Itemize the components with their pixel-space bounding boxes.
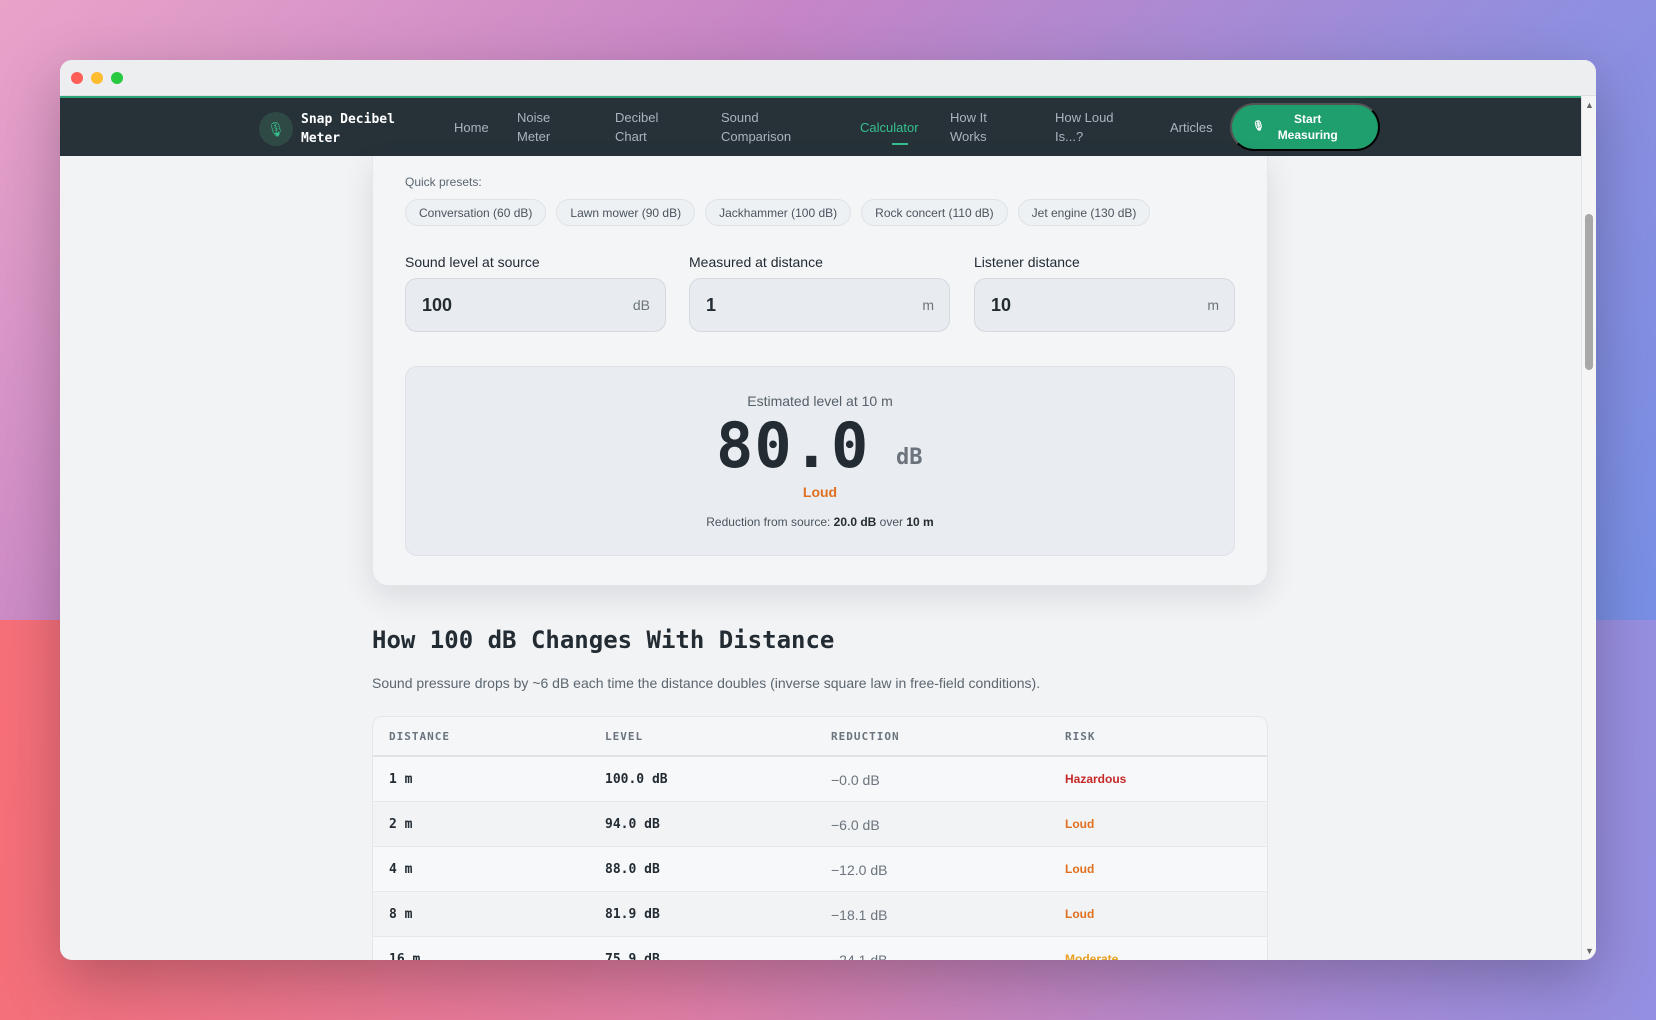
- nav-how-loud-is[interactable]: How Loud Is...?: [1055, 98, 1125, 156]
- brand-name: Snap Decibel Meter: [301, 112, 395, 146]
- nav-home[interactable]: Home: [454, 98, 489, 156]
- listener-distance-value: 10: [991, 294, 1012, 315]
- measured-distance-value: 1: [706, 294, 717, 315]
- measured-distance-input[interactable]: 1 m: [689, 278, 950, 332]
- window-titlebar: [60, 60, 1596, 96]
- table-row: 2 m 94.0 dB −6.0 dB Loud: [373, 802, 1267, 847]
- cell-distance: 2 m: [389, 817, 413, 832]
- table-header: DISTANCE LEVEL REDUCTION RISK: [373, 717, 1267, 757]
- microphone-icon: 🎙: [259, 112, 293, 146]
- cell-reduction: −6.0 dB: [831, 817, 880, 833]
- nav-how-it-works[interactable]: How It Works: [950, 98, 1010, 156]
- cell-reduction: −18.1 dB: [831, 907, 888, 923]
- distance-calculator-card: Quick presets: Conversation (60 dB) Lawn…: [372, 156, 1268, 586]
- cell-reduction: −12.0 dB: [831, 862, 888, 878]
- nav-sound-comparison[interactable]: Sound Comparison: [721, 98, 801, 156]
- cell-level: 94.0 dB: [605, 817, 660, 832]
- header-reduction: REDUCTION: [831, 730, 900, 743]
- preset-chips: Conversation (60 dB) Lawn mower (90 dB) …: [405, 199, 1151, 226]
- reduction-value: 20.0 dB: [833, 515, 877, 529]
- close-window-button[interactable]: [71, 72, 83, 84]
- reduction-mid: over: [876, 515, 907, 529]
- cell-distance: 8 m: [389, 907, 413, 922]
- table-row: 4 m 88.0 dB −12.0 dB Loud: [373, 847, 1267, 892]
- browser-window: 🎙 Snap Decibel Meter Home Noise Meter De…: [60, 60, 1596, 960]
- source-level-unit: dB: [632, 297, 650, 313]
- scroll-thumb[interactable]: [1585, 214, 1593, 370]
- brand-link[interactable]: 🎙 Snap Decibel Meter: [259, 110, 421, 148]
- cell-level: 75.9 dB: [605, 952, 660, 960]
- microphone-icon: 🎙: [1252, 121, 1265, 132]
- header-level: LEVEL: [605, 730, 644, 743]
- scroll-down-arrow-icon[interactable]: ▼: [1585, 946, 1594, 956]
- result-reduction: Reduction from source: 20.0 dB over 10 m: [406, 515, 1234, 529]
- listener-distance-field: Listener distance 10 m: [974, 254, 1235, 332]
- cell-risk: Loud: [1065, 817, 1095, 831]
- header-risk: RISK: [1065, 730, 1096, 743]
- cell-reduction: −0.0 dB: [831, 772, 880, 788]
- cell-distance: 16 m: [389, 952, 421, 960]
- result-panel: Estimated level at 10 m 80.0 dB Loud Red…: [405, 366, 1235, 556]
- table-body: 1 m 100.0 dB −0.0 dB Hazardous 2 m 94.0 …: [373, 757, 1267, 960]
- cell-risk: Loud: [1065, 862, 1095, 876]
- cell-risk: Moderate: [1065, 952, 1119, 960]
- preset-rock-concert[interactable]: Rock concert (110 dB): [861, 199, 1008, 226]
- preset-lawn-mower[interactable]: Lawn mower (90 dB): [556, 199, 696, 226]
- cell-distance: 1 m: [389, 772, 413, 787]
- preset-jet-engine[interactable]: Jet engine (130 dB): [1017, 199, 1151, 226]
- table-row: 8 m 81.9 dB −18.1 dB Loud: [373, 892, 1267, 937]
- nav-calculator[interactable]: Calculator: [860, 98, 919, 156]
- start-measuring-button[interactable]: 🎙 Start Measuring: [1230, 103, 1380, 151]
- nav-noise-meter[interactable]: Noise Meter: [517, 98, 577, 156]
- source-level-input[interactable]: 100 dB: [405, 278, 666, 332]
- result-caption: Estimated level at 10 m: [747, 393, 893, 409]
- page-viewport: 🎙 Snap Decibel Meter Home Noise Meter De…: [60, 96, 1581, 960]
- nav-decibel-chart[interactable]: Decibel Chart: [615, 98, 675, 156]
- measured-distance-field: Measured at distance 1 m: [689, 254, 950, 332]
- table-row: 1 m 100.0 dB −0.0 dB Hazardous: [373, 757, 1267, 802]
- minimize-window-button[interactable]: [91, 72, 103, 84]
- result-value: 80.0: [716, 409, 870, 482]
- source-level-label: Sound level at source: [405, 254, 540, 270]
- cell-risk: Hazardous: [1065, 772, 1127, 786]
- nav-calculator-label: Calculator: [860, 119, 919, 135]
- section-title: How 100 dB Changes With Distance: [372, 626, 835, 654]
- preset-conversation[interactable]: Conversation (60 dB): [405, 199, 547, 226]
- table-row: 16 m 75.9 dB −24.1 dB Moderate: [373, 937, 1267, 960]
- preset-jackhammer[interactable]: Jackhammer (100 dB): [705, 199, 852, 226]
- result-classification: Loud: [802, 484, 838, 500]
- distance-table: DISTANCE LEVEL REDUCTION RISK 1 m 100.0 …: [372, 716, 1268, 960]
- result-unit: dB: [896, 445, 923, 470]
- cell-level: 100.0 dB: [605, 772, 668, 787]
- site-navbar: 🎙 Snap Decibel Meter Home Noise Meter De…: [60, 96, 1581, 156]
- reduction-prefix: Reduction from source:: [706, 515, 834, 529]
- listener-distance-unit: m: [1207, 297, 1219, 313]
- source-level-value: 100: [422, 294, 453, 315]
- active-indicator: [892, 143, 908, 145]
- cell-level: 88.0 dB: [605, 862, 660, 877]
- nav-articles[interactable]: Articles: [1170, 98, 1213, 156]
- presets-label: Quick presets:: [405, 175, 482, 189]
- maximize-window-button[interactable]: [111, 72, 123, 84]
- section-subtitle: Sound pressure drops by ~6 dB each time …: [372, 675, 1041, 691]
- cell-reduction: −24.1 dB: [831, 952, 888, 960]
- reduction-distance: 10 m: [906, 515, 934, 529]
- scroll-up-arrow-icon[interactable]: ▲: [1585, 100, 1594, 110]
- cell-level: 81.9 dB: [605, 907, 660, 922]
- page-scrollbar[interactable]: ▲ ▼: [1581, 96, 1596, 960]
- listener-distance-input[interactable]: 10 m: [974, 278, 1235, 332]
- start-measuring-label: Start Measuring: [1277, 112, 1338, 142]
- listener-distance-label: Listener distance: [974, 254, 1080, 270]
- measured-distance-label: Measured at distance: [689, 254, 823, 270]
- source-level-field: Sound level at source 100 dB: [405, 254, 666, 332]
- cell-risk: Loud: [1065, 907, 1095, 921]
- header-distance: DISTANCE: [389, 730, 450, 743]
- cell-distance: 4 m: [389, 862, 413, 877]
- measured-distance-unit: m: [922, 297, 934, 313]
